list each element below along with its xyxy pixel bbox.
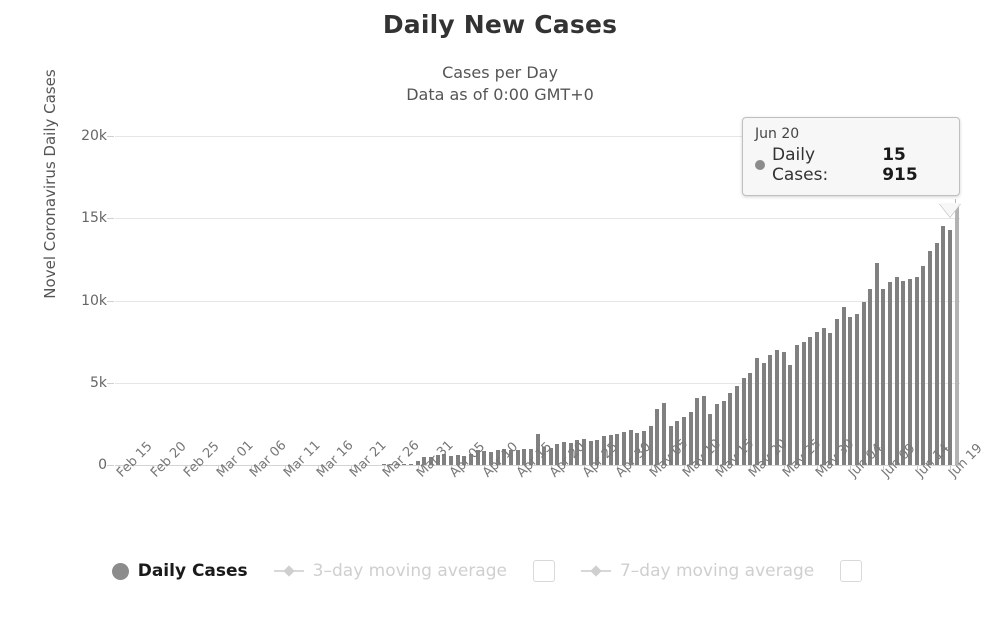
- y-axis-tick-label: 5k: [89, 374, 107, 391]
- bar[interactable]: [901, 280, 906, 465]
- bar[interactable]: [755, 358, 760, 465]
- legend-item-label: Daily Cases: [137, 561, 248, 581]
- y-axis-tick-mark: [107, 465, 114, 466]
- bar[interactable]: [854, 313, 859, 465]
- bar[interactable]: [874, 262, 879, 465]
- bar[interactable]: [881, 289, 886, 465]
- chart-subtitle: Cases per Day Data as of 0:00 GMT+0: [0, 62, 1000, 106]
- y-axis-tick-label: 10k: [81, 292, 107, 309]
- bar[interactable]: [941, 226, 946, 465]
- y-axis-tick-mark: [107, 300, 114, 302]
- legend-item-7-day-moving-average[interactable]: 7–day moving average: [580, 561, 815, 581]
- legend-item-label: 7–day moving average: [619, 561, 815, 581]
- bar[interactable]: [409, 464, 414, 465]
- tooltip-arrow-icon: [939, 203, 961, 217]
- legend-checkbox[interactable]: [840, 560, 863, 582]
- bar[interactable]: [894, 277, 899, 465]
- bar[interactable]: [914, 277, 919, 465]
- bar[interactable]: [721, 400, 726, 465]
- legend-item-daily-cases[interactable]: Daily Cases: [111, 561, 248, 581]
- chart-legend: Daily Cases 3–day moving average 7–day mov…: [0, 560, 1000, 582]
- tooltip-series-label: Daily Cases:: [772, 145, 829, 185]
- bar[interactable]: [715, 404, 720, 465]
- y-axis-tick-mark: [107, 218, 114, 220]
- tooltip-value: 15 915: [882, 145, 918, 185]
- bar[interactable]: [868, 289, 873, 465]
- tooltip: Jun 20 Daily Cases: 15 915: [742, 117, 961, 217]
- bar[interactable]: [928, 251, 933, 465]
- legend-item-3-day-moving-average[interactable]: 3–day moving average: [273, 561, 507, 581]
- bar[interactable]: [934, 242, 939, 465]
- tooltip-row: Daily Cases: 15 915: [755, 145, 947, 185]
- bar[interactable]: [954, 203, 959, 465]
- y-axis-tick-label: 20k: [81, 128, 107, 144]
- bar[interactable]: [794, 344, 799, 465]
- bar[interactable]: [888, 282, 893, 465]
- bar[interactable]: [908, 279, 913, 465]
- daily-new-cases-chart: Daily New Cases Cases per Day Data as of…: [0, 0, 1000, 617]
- legend-checkbox[interactable]: [532, 560, 555, 582]
- bar[interactable]: [948, 229, 953, 465]
- bar[interactable]: [921, 265, 926, 465]
- bar[interactable]: [828, 333, 833, 465]
- legend-item-label: 3–day moving average: [312, 561, 507, 581]
- y-axis-tick-label: 15k: [81, 210, 107, 227]
- y-axis-tick-mark: [107, 382, 114, 384]
- x-axis-labels: Feb 15 Feb 20 Feb 25 Mar 01 Mar 06 Mar 11 Mar …: [114, 436, 985, 540]
- chart-subtitle-line2: Data as of 0:00 GMT+0: [406, 85, 594, 104]
- series-dot-icon: [755, 160, 765, 170]
- bar[interactable]: [861, 302, 866, 465]
- legend-line-diamond-icon: [580, 565, 611, 577]
- bar[interactable]: [788, 364, 793, 465]
- y-axis-tick-label: 0: [98, 457, 107, 473]
- y-axis-tick-mark: [107, 136, 114, 137]
- chart-title: Daily New Cases: [382, 10, 618, 39]
- legend-line-diamond-icon: [273, 565, 304, 577]
- chart-subtitle-line1: Cases per Day: [442, 63, 558, 82]
- legend-circle-icon: [111, 562, 129, 580]
- tooltip-date: Jun 20: [755, 126, 800, 142]
